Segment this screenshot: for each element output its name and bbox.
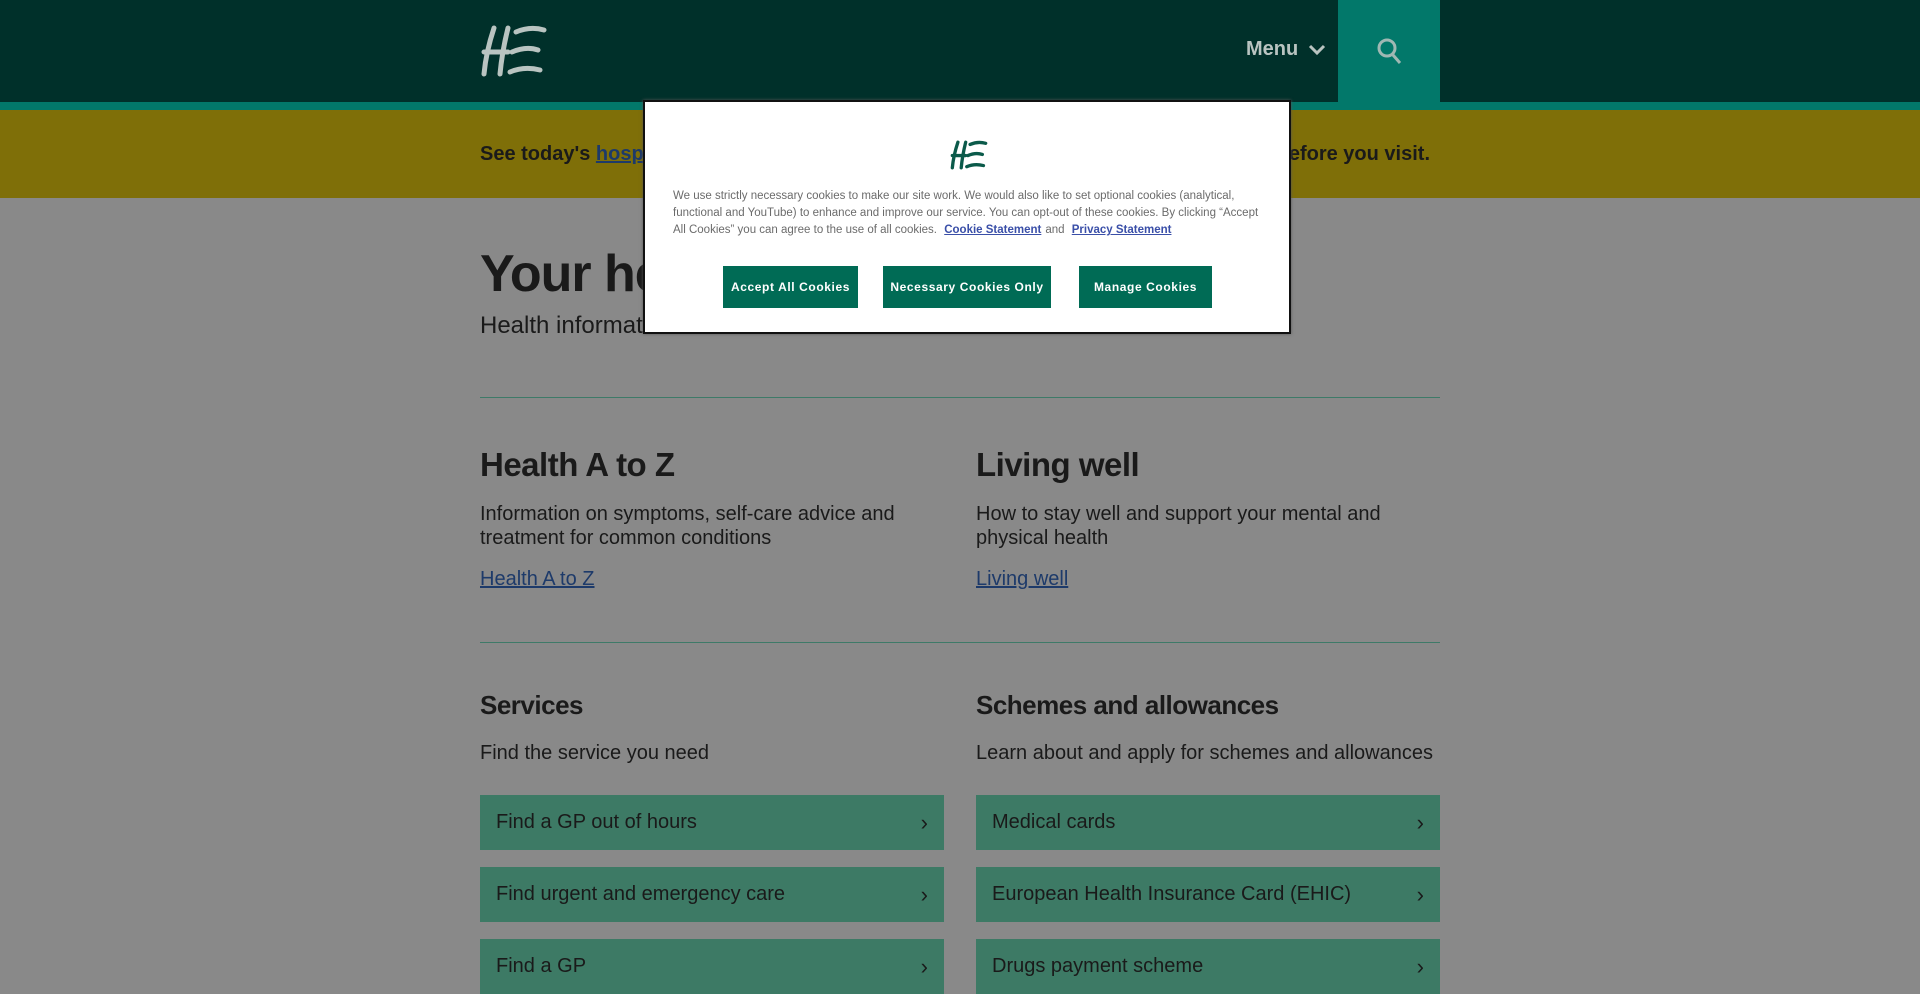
section-description: Information on symptoms, self-care advic… [480,503,895,549]
scheme-card[interactable]: Drugs payment scheme › [976,939,1440,994]
section-schemes: Schemes and allowances Learn about and a… [976,690,1440,765]
and-text: and [1045,224,1065,236]
cookie-consent-dialog: We use strictly necessary cookies to mak… [643,100,1291,334]
service-card[interactable]: Find urgent and emergency care › [480,867,944,922]
living-well-link[interactable]: Living well [976,568,1440,591]
section-services: Services Find the service you need [480,690,944,765]
card-label: Drugs payment scheme [992,955,1204,977]
chevron-right-icon: › [1416,953,1424,979]
alert-text-end: before you visit. [1276,143,1430,165]
section-description: Find the service you need [480,742,710,764]
health-a-to-z-link[interactable]: Health A to Z [480,568,944,591]
chevron-right-icon: › [1416,809,1424,835]
page-title: Your he [480,245,664,303]
section-health-a-to-z: Health A to Z Information on symptoms, s… [480,446,944,591]
menu-button[interactable]: Menu [1246,38,1326,61]
section-heading: Schemes and allowances [976,690,1279,720]
section-heading: Living well [976,446,1140,483]
site-header: Menu [0,0,1920,102]
chevron-right-icon: › [920,881,928,907]
chevron-down-icon [1309,44,1326,55]
section-living-well: Living well How to stay well and support… [976,446,1440,591]
section-description: How to stay well and support your mental… [976,503,1381,549]
card-label: Find urgent and emergency care [496,883,786,905]
privacy-statement-link[interactable]: Privacy Statement [1072,224,1172,236]
card-label: European Health Insurance Card (EHIC) [992,883,1352,905]
search-button[interactable] [1338,0,1440,102]
scheme-card[interactable]: European Health Insurance Card (EHIC) › [976,867,1440,922]
menu-label: Menu [1246,38,1299,60]
accept-all-cookies-button[interactable]: Accept All Cookies [723,266,858,308]
hse-logo [950,140,988,170]
chevron-right-icon: › [920,809,928,835]
chevron-right-icon: › [1416,881,1424,907]
section-description: Learn about and apply for schemes and al… [976,742,1433,764]
alert-text: See today's [480,143,596,165]
manage-cookies-button[interactable]: Manage Cookies [1079,266,1212,308]
service-card[interactable]: Find a GP › [480,939,944,994]
chevron-right-icon: › [920,953,928,979]
service-card[interactable]: Find a GP out of hours › [480,795,944,850]
card-label: Find a GP [496,955,587,977]
section-heading: Health A to Z [480,446,675,483]
divider [480,397,1440,398]
scheme-card[interactable]: Medical cards › [976,795,1440,850]
card-label: Medical cards [992,811,1116,833]
cookie-text: We use strictly necessary cookies to mak… [673,188,1263,239]
section-heading: Services [480,690,583,720]
hse-logo[interactable] [480,24,548,78]
necessary-cookies-only-button[interactable]: Necessary Cookies Only [883,266,1051,308]
search-icon [1377,38,1402,64]
cookie-statement-link[interactable]: Cookie Statement [944,224,1041,236]
divider [480,642,1440,643]
page-subtitle: Health informat [480,312,643,339]
card-label: Find a GP out of hours [496,811,697,833]
